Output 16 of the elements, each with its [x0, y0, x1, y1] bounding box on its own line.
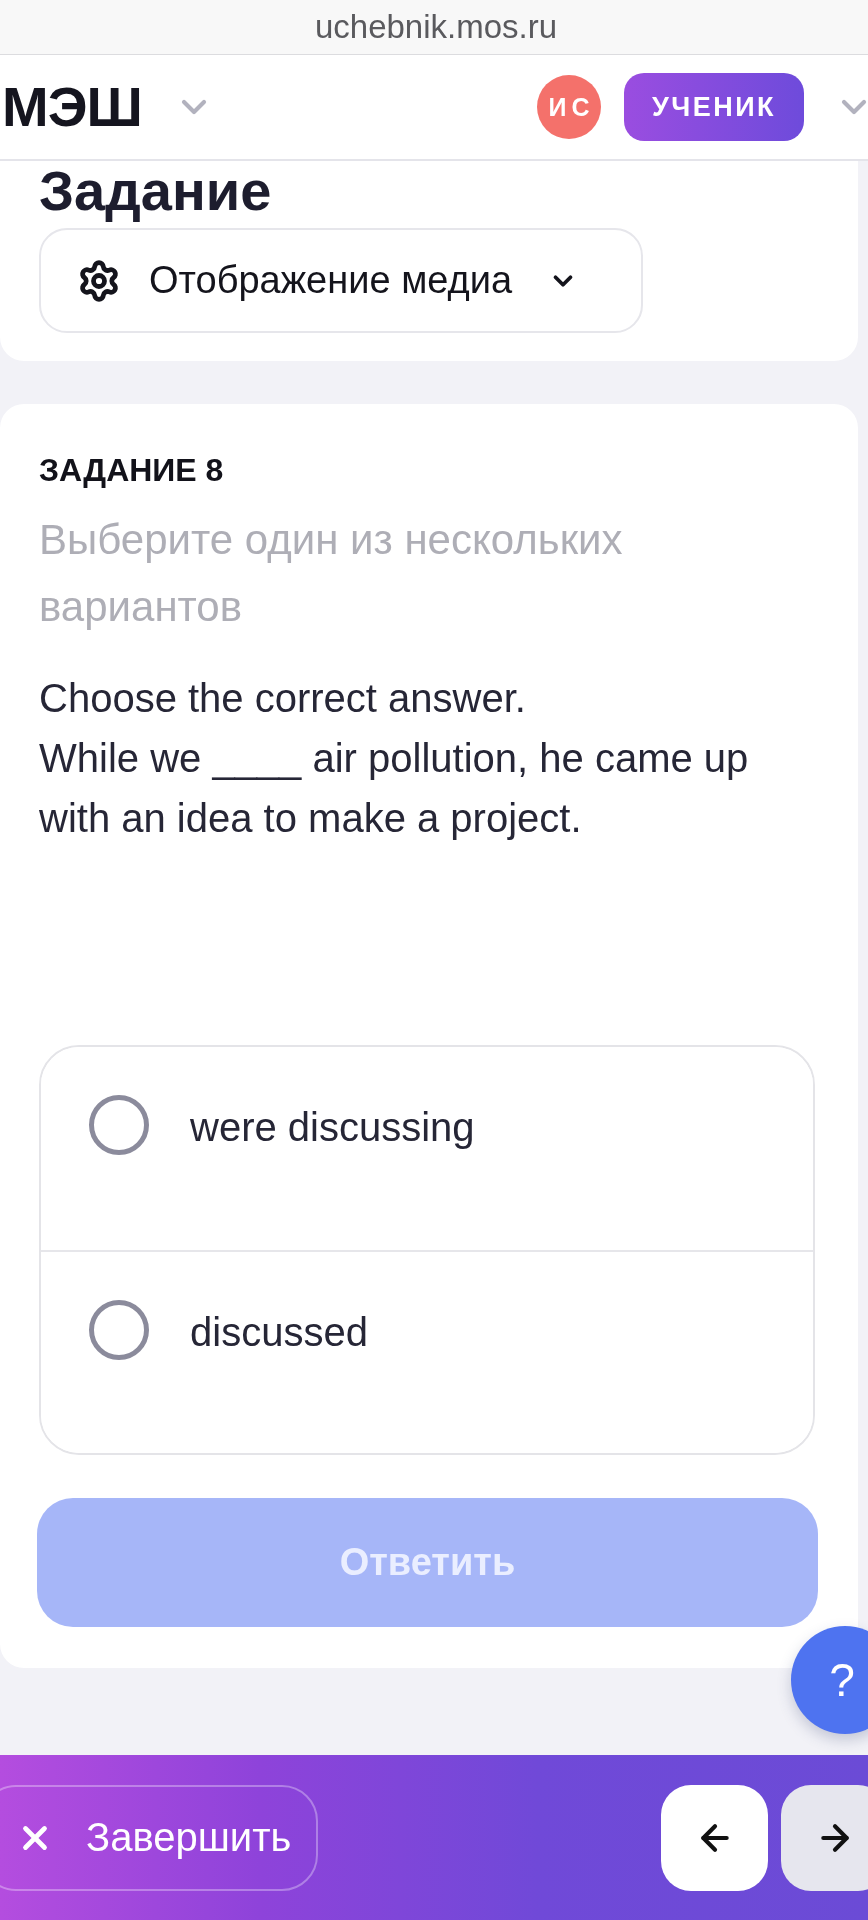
- help-button[interactable]: ?: [791, 1626, 868, 1734]
- back-button[interactable]: [661, 1784, 768, 1891]
- radio-icon[interactable]: [89, 1095, 149, 1155]
- finish-button[interactable]: Завершить: [0, 1784, 318, 1891]
- url-text[interactable]: uchebnik.mos.ru: [314, 7, 558, 47]
- task-number-label: ЗАДАНИЕ 8: [39, 452, 224, 488]
- prompt-text: Choose the correct answer.: [39, 675, 527, 722]
- prompt-text: While we ____ air pollution, he came up with an idea to make a project.: [39, 735, 750, 842]
- next-button[interactable]: [781, 1784, 868, 1891]
- radio-icon[interactable]: [89, 1300, 149, 1360]
- instruction-text: Выберите один из нескольких вариантов: [39, 515, 624, 632]
- answer-option[interactable]: discussed: [41, 1250, 813, 1453]
- settings-icon: [77, 258, 121, 303]
- role-button[interactable]: УЧЕНИК: [624, 73, 804, 141]
- media-display-dropdown[interactable]: Отображение медиа: [39, 228, 643, 333]
- logo[interactable]: МЭШ: [2, 77, 142, 137]
